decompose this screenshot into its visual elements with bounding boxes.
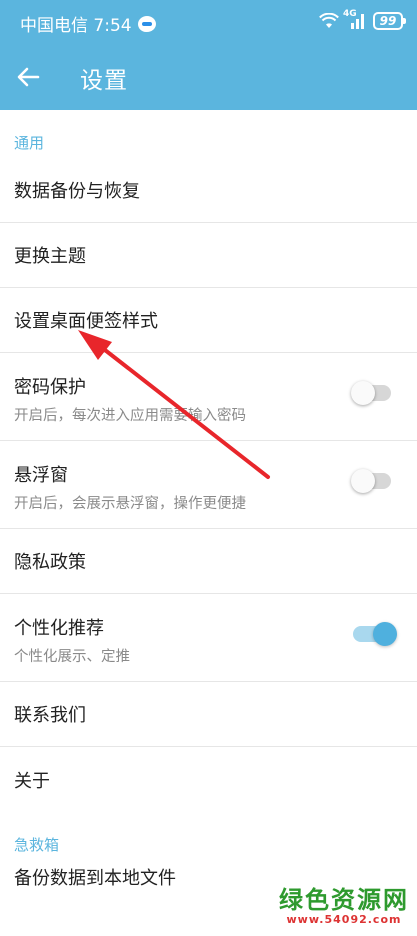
watermark-logo-text: 绿色资源网 bbox=[279, 886, 409, 914]
toggle-knob bbox=[351, 381, 375, 405]
carrier-time: 中国电信 7:54 bbox=[20, 16, 132, 36]
setting-item-title: 隐私政策 bbox=[14, 552, 86, 573]
battery-level: 99 bbox=[379, 14, 397, 28]
app-bar: 设置 bbox=[0, 44, 417, 110]
battery-icon: 99 bbox=[373, 12, 406, 30]
setting-item-title: 联系我们 bbox=[14, 705, 86, 726]
setting-item-title: 个性化推荐 bbox=[14, 618, 104, 639]
setting-item-description: 个性化展示、定推 bbox=[14, 649, 130, 665]
setting-item-description: 开启后，会展示悬浮窗，操作更便捷 bbox=[14, 496, 246, 512]
section-header-emergency: 急救箱 bbox=[14, 836, 60, 854]
password-protection-toggle[interactable] bbox=[351, 381, 391, 405]
personalized-recommendation-toggle[interactable] bbox=[353, 622, 397, 646]
cellular-signal-icon: 4G bbox=[343, 9, 367, 29]
watermark-url: www.54092.com bbox=[286, 913, 402, 926]
setting-item-password-protection[interactable]: 密码保护 开启后，每次进入应用需要输入密码 bbox=[0, 353, 417, 441]
setting-item-change-theme[interactable]: 更换主题 bbox=[0, 223, 417, 288]
section-header-general: 通用 bbox=[14, 134, 45, 152]
status-right: 4G 99 bbox=[319, 9, 406, 30]
setting-item-title: 悬浮窗 bbox=[14, 465, 68, 486]
setting-item-title: 数据备份与恢复 bbox=[14, 181, 140, 202]
watermark: 绿色资源网 www.54092.com bbox=[279, 880, 409, 926]
status-bar: 中国电信 7:54 4G 99 bbox=[0, 0, 417, 44]
setting-item-title: 更换主题 bbox=[14, 246, 86, 267]
setting-item-contact-us[interactable]: 联系我们 bbox=[0, 682, 417, 747]
back-arrow-icon[interactable] bbox=[14, 63, 42, 91]
page-title: 设置 bbox=[80, 68, 128, 94]
setting-item-privacy-policy[interactable]: 隐私政策 bbox=[0, 529, 417, 594]
floating-window-toggle[interactable] bbox=[351, 469, 391, 493]
setting-item-personalized-recommendation[interactable]: 个性化推荐 个性化展示、定推 bbox=[0, 594, 417, 682]
settings-screen: 中国电信 7:54 4G 99 设置 通用 数据备份与恢复 更换主题 设置桌面便… bbox=[0, 0, 417, 936]
setting-item-title: 设置桌面便签样式 bbox=[14, 311, 158, 332]
wifi-icon bbox=[319, 13, 339, 29]
toggle-knob bbox=[373, 622, 397, 646]
setting-item-title: 密码保护 bbox=[14, 377, 86, 398]
status-left: 中国电信 7:54 bbox=[20, 11, 156, 36]
setting-item-data-backup-restore[interactable]: 数据备份与恢复 bbox=[0, 158, 417, 223]
setting-item-title: 关于 bbox=[14, 770, 50, 792]
setting-item-floating-window[interactable]: 悬浮窗 开启后，会展示悬浮窗，操作更便捷 bbox=[0, 441, 417, 529]
setting-item-desktop-note-style[interactable]: 设置桌面便签样式 bbox=[0, 288, 417, 353]
notification-app-icon bbox=[137, 15, 156, 32]
setting-item-title: 备份数据到本地文件 bbox=[14, 868, 176, 889]
toggle-knob bbox=[351, 469, 375, 493]
network-type-label: 4G bbox=[343, 9, 357, 19]
setting-item-description: 开启后，每次进入应用需要输入密码 bbox=[14, 408, 246, 424]
settings-list: 通用 数据备份与恢复 更换主题 设置桌面便签样式 密码保护 开启后，每次进入应用… bbox=[0, 110, 417, 932]
setting-item-about[interactable]: 关于 bbox=[0, 747, 417, 812]
